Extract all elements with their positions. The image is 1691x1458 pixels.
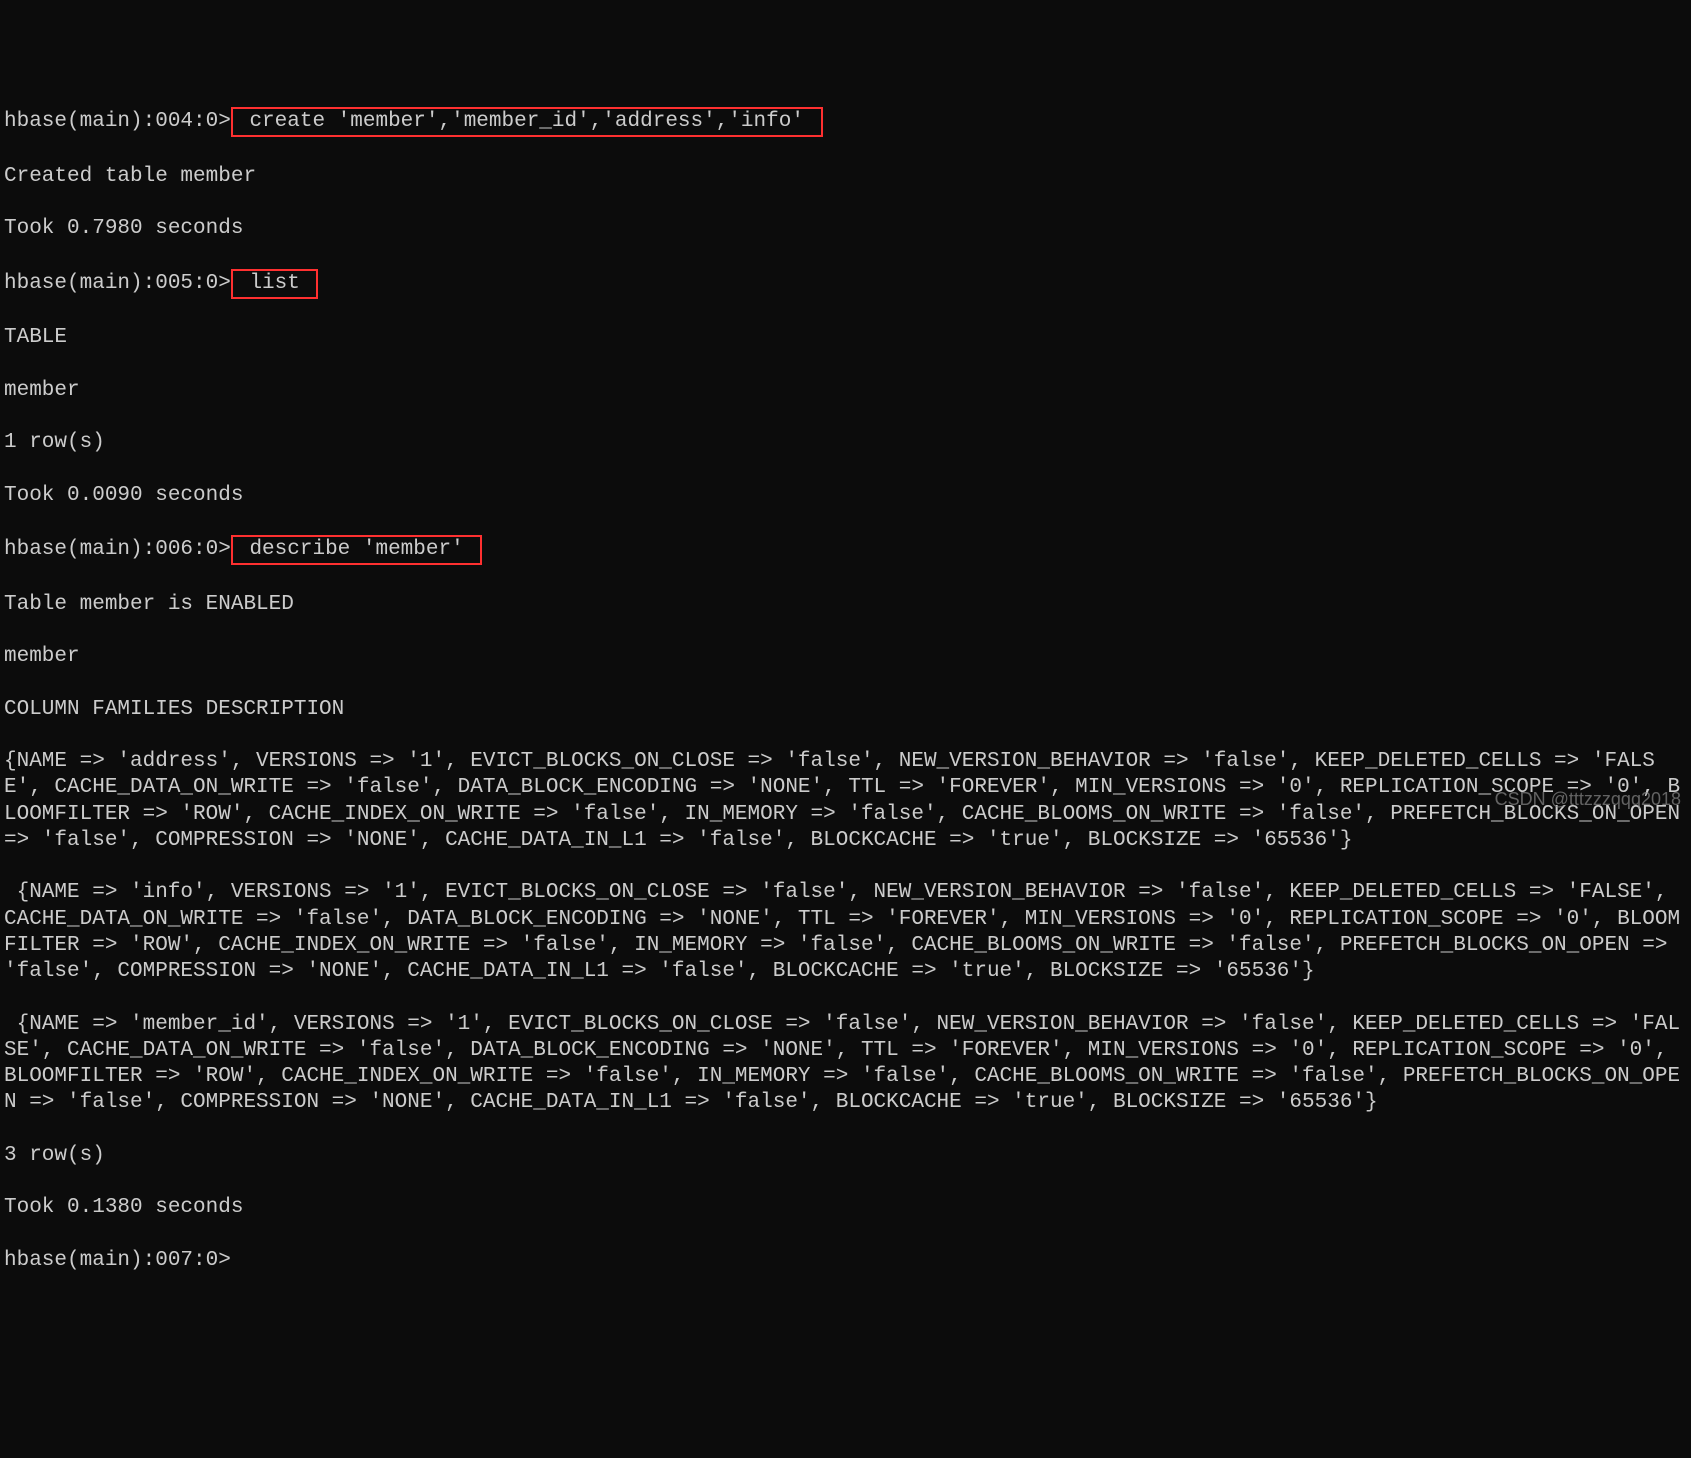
terminal-line-prompt-7[interactable]: hbase(main):007:0> — [4, 1248, 1687, 1274]
terminal-line-prompt-5: hbase(main):005:0> list — [4, 269, 1687, 299]
terminal-line-prompt-6: hbase(main):006:0> describe 'member' — [4, 535, 1687, 565]
prompt-4: hbase(main):004:0> — [4, 110, 231, 133]
output-member-name: member — [4, 644, 1687, 670]
command-create-highlight: create 'member','member_id','address','i… — [231, 107, 823, 137]
output-took-3: Took 0.1380 seconds — [4, 1195, 1687, 1221]
output-column-family-member-id: {NAME => 'member_id', VERSIONS => '1', E… — [4, 1012, 1687, 1117]
terminal-line-prompt-4: hbase(main):004:0> create 'member','memb… — [4, 107, 1687, 137]
output-created-table: Created table member — [4, 164, 1687, 190]
output-column-families-header: COLUMN FAMILIES DESCRIPTION — [4, 697, 1687, 723]
prompt-6: hbase(main):006:0> — [4, 538, 231, 561]
command-describe-highlight: describe 'member' — [231, 535, 482, 565]
output-rows-1: 1 row(s) — [4, 430, 1687, 456]
command-list-highlight: list — [231, 269, 319, 299]
output-took-1: Took 0.7980 seconds — [4, 216, 1687, 242]
output-table-enabled: Table member is ENABLED — [4, 592, 1687, 618]
output-column-family-address: {NAME => 'address', VERSIONS => '1', EVI… — [4, 749, 1687, 854]
watermark-text: CSDN @tttzzzqqq2018 — [1495, 788, 1681, 811]
prompt-5: hbase(main):005:0> — [4, 272, 231, 295]
prompt-7: hbase(main):007:0> — [4, 1249, 231, 1272]
output-table-row-member: member — [4, 378, 1687, 404]
output-table-header: TABLE — [4, 325, 1687, 351]
output-column-family-info: {NAME => 'info', VERSIONS => '1', EVICT_… — [4, 880, 1687, 985]
output-took-2: Took 0.0090 seconds — [4, 483, 1687, 509]
output-rows-3: 3 row(s) — [4, 1143, 1687, 1169]
